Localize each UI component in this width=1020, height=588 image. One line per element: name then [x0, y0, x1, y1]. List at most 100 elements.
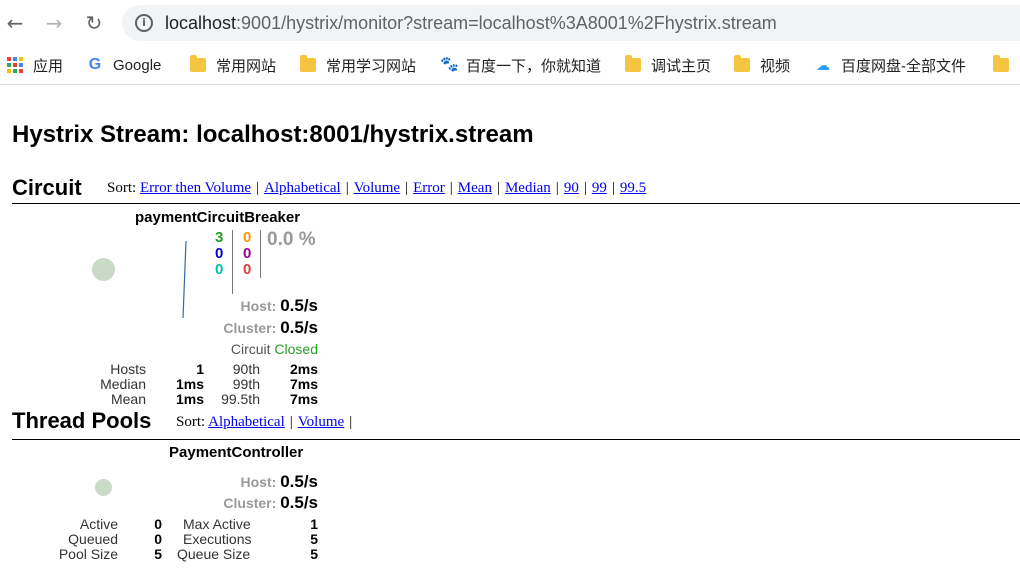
sort-99-5[interactable]: 99.5 — [620, 180, 646, 196]
reload-button[interactable]: ↻ — [82, 11, 106, 35]
pool-host-rate: Host: 0.5/s — [240, 472, 318, 491]
short-circuited-count: 0 — [215, 245, 224, 262]
bookmark-label: 常用学习网站 — [326, 57, 417, 75]
circuit-status-value: Closed — [274, 341, 318, 357]
stat-hosts-value: 1 — [196, 361, 204, 377]
site-info-icon[interactable]: i — [135, 14, 153, 32]
bookmark-debug-home[interactable]: 调试主页 — [625, 54, 711, 76]
google-icon: G — [88, 56, 102, 73]
sort-mean[interactable]: Mean — [458, 180, 492, 196]
sort-volume[interactable]: Volume — [298, 414, 344, 430]
page-title: Hystrix Stream: localhost:8001/hystrix.s… — [12, 121, 534, 148]
separator: | — [496, 180, 500, 196]
stat-pool-size-value: 5 — [154, 546, 162, 562]
circuit-host-rate: Host: 0.5/s — [240, 296, 318, 315]
baidu-cloud-icon: ☁ — [816, 57, 830, 73]
sort-median[interactable]: Median — [505, 180, 551, 196]
stat-hosts-label: Hosts — [110, 361, 146, 377]
stat-max-active-value: 1 — [310, 516, 318, 532]
stat-p995-label: 99.5th — [221, 391, 260, 407]
stat-active-label: Active — [79, 516, 118, 532]
bookmark-common-sites[interactable]: 常用网站 — [190, 54, 276, 76]
stat-p99-value: 7ms — [289, 376, 318, 392]
bookmark-learning-sites[interactable]: 常用学习网站 — [300, 54, 416, 76]
baidu-paw-icon: 🐾 — [440, 56, 459, 73]
sort-volume[interactable]: Volume — [354, 180, 400, 196]
stat-pool-size-label: Pool Size — [58, 546, 118, 562]
circuit-name: paymentCircuitBreaker — [135, 209, 301, 226]
bookmark-label: Google — [113, 56, 162, 74]
sort-error[interactable]: Error — [413, 180, 445, 196]
stat-executions-value: 5 — [310, 531, 318, 547]
bookmark-baidu-pan[interactable]: ☁ 百度网盘-全部文件 — [815, 54, 966, 76]
sort-label: Sort: — [176, 414, 206, 430]
pool-cluster-rate: Cluster: 0.5/s — [223, 493, 318, 512]
stat-queued-label: Queued — [68, 531, 118, 547]
circuit-sparkline — [182, 240, 187, 319]
sort-alphabetical[interactable]: Alphabetical — [264, 180, 341, 196]
stat-max-active-label: Max Active — [183, 516, 251, 532]
bookmarks-bar: 应用 G Google 常用网站 常用学习网站 🐾 百度一下，你就知道 调试主页… — [0, 46, 1020, 85]
stat-median-label: Median — [100, 376, 146, 392]
timeout-count: 0 — [243, 229, 252, 246]
browser-toolbar: ← → ↻ i localhost:9001/hystrix/monitor?s… — [0, 0, 1020, 46]
bookmark-google[interactable]: G Google — [87, 54, 162, 76]
separator: | — [256, 180, 260, 196]
back-button[interactable]: ← — [3, 11, 27, 35]
bookmark-label: 视频 — [760, 57, 791, 75]
stat-queue-size-value: 5 — [310, 546, 318, 562]
circuit-heading: Circuit — [12, 175, 82, 200]
stat-p90-value: 2ms — [289, 361, 318, 377]
url-text[interactable]: localhost:9001/hystrix/monitor?stream=lo… — [165, 13, 777, 34]
sort-error-then-volume[interactable]: Error then Volume — [140, 180, 251, 196]
folder-icon — [625, 55, 641, 72]
stat-queued-value: 0 — [154, 531, 162, 547]
separator: | — [449, 180, 453, 196]
sort-99[interactable]: 99 — [592, 180, 607, 196]
thread-pools-divider — [12, 439, 1020, 440]
count-divider — [232, 230, 233, 294]
circuit-health-bubble — [92, 258, 115, 281]
sort-label: Sort: — [107, 180, 137, 196]
separator: | — [349, 414, 353, 430]
thread-pools-heading: Thread Pools — [12, 408, 152, 433]
bookmark-label: 应用 — [33, 57, 64, 75]
thread-pool-name: PaymentController — [169, 444, 304, 461]
thread-pools-sort-bar: Sort: Alphabetical | Volume | — [176, 414, 357, 431]
sort-90[interactable]: 90 — [564, 180, 579, 196]
stat-queue-size-label: Queue Size — [177, 546, 251, 562]
separator: | — [405, 180, 409, 196]
sort-alphabetical[interactable]: Alphabetical — [208, 414, 285, 430]
circuit-divider — [12, 203, 1020, 204]
forward-button[interactable]: → — [42, 11, 66, 35]
separator: | — [345, 180, 349, 196]
address-bar[interactable]: i localhost:9001/hystrix/monitor?stream=… — [122, 5, 1020, 41]
folder-icon — [993, 55, 1009, 72]
stat-active-value: 0 — [154, 516, 162, 532]
bad-request-count: 0 — [215, 261, 224, 278]
folder-icon — [300, 55, 316, 72]
circuit-sort-bar: Sort: Error then Volume | Alphabetical | Vol… — [107, 180, 646, 197]
bookmark-baidu[interactable]: 🐾 百度一下，你就知道 — [440, 54, 601, 76]
stat-mean-value: 1ms — [175, 391, 204, 407]
bookmark-label: 百度网盘-全部文件 — [841, 57, 966, 75]
bookmark-label: 常用网站 — [216, 57, 277, 75]
bookmark-folder-overflow[interactable] — [993, 54, 1019, 76]
folder-icon — [734, 55, 750, 72]
bookmark-apps[interactable]: 应用 — [7, 54, 63, 76]
bookmark-video[interactable]: 视频 — [734, 54, 790, 76]
bookmark-label: 百度一下，你就知道 — [466, 57, 602, 75]
separator: | — [555, 180, 559, 196]
stat-mean-label: Mean — [110, 391, 146, 407]
stat-p995-value: 7ms — [289, 391, 318, 407]
separator: | — [611, 180, 615, 196]
success-count: 3 — [215, 229, 224, 246]
bookmark-label: 调试主页 — [651, 57, 712, 75]
rejected-count: 0 — [243, 245, 252, 262]
stat-executions-label: Executions — [183, 531, 252, 547]
circuit-status: Circuit Closed — [230, 341, 318, 357]
failure-count: 0 — [243, 261, 252, 278]
folder-icon — [190, 55, 206, 72]
stat-p99-label: 99th — [232, 376, 260, 392]
separator: | — [583, 180, 587, 196]
